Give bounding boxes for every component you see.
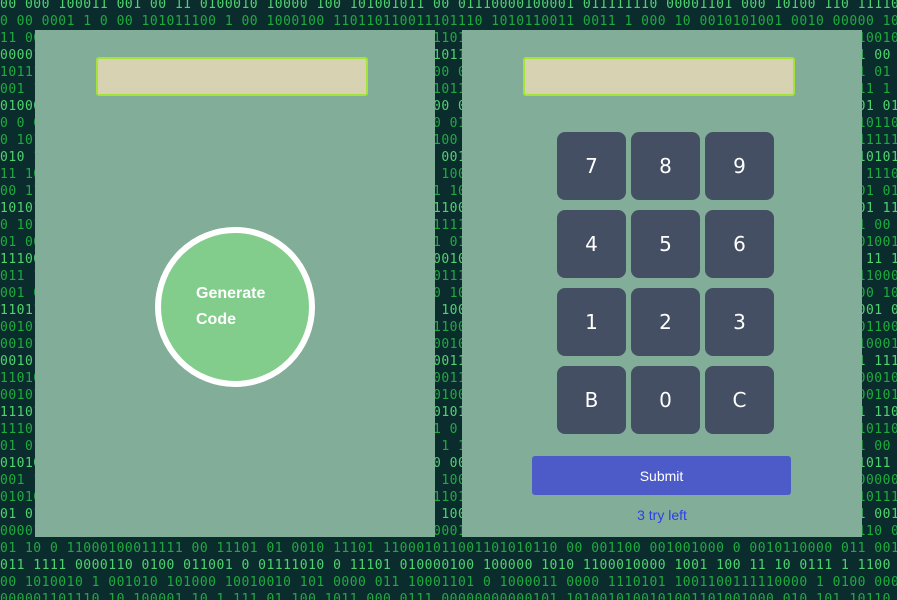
key-3[interactable]: 3 <box>705 288 774 356</box>
key-1[interactable]: 1 <box>557 288 626 356</box>
key-backspace[interactable]: B <box>557 366 626 434</box>
keypad: 7 8 9 4 5 6 1 2 3 B 0 C <box>557 132 774 434</box>
code-entry-panel: 7 8 9 4 5 6 1 2 3 B 0 C Submit 3 try lef… <box>462 30 862 537</box>
key-9[interactable]: 9 <box>705 132 774 200</box>
binary-line: 011 1111 0000110 0100 011001 0 01111010 … <box>0 558 897 573</box>
key-2[interactable]: 2 <box>631 288 700 356</box>
binary-line: 0 00 0001 1 0 00 101011100 1 00 1000100 … <box>0 14 897 29</box>
generate-code-button[interactable]: Generate Code <box>155 227 315 387</box>
binary-line: 00 000 100011 001 00 11 0100010 10000 10… <box>0 0 897 12</box>
submit-button[interactable]: Submit <box>532 456 791 495</box>
code-entry-input[interactable] <box>523 57 795 96</box>
code-generator-panel: Generate Code <box>35 30 435 537</box>
key-4[interactable]: 4 <box>557 210 626 278</box>
key-8[interactable]: 8 <box>631 132 700 200</box>
binary-line: 01 10 0 11000100011111 00 11101 01 0010 … <box>0 541 897 556</box>
key-6[interactable]: 6 <box>705 210 774 278</box>
generated-code-display <box>96 57 368 96</box>
binary-line: 00 1010010 1 001010 101000 10010010 101 … <box>0 575 897 590</box>
key-clear[interactable]: C <box>705 366 774 434</box>
key-5[interactable]: 5 <box>631 210 700 278</box>
generate-code-label: Generate Code <box>196 285 266 328</box>
tries-left-status: 3 try left <box>637 507 687 523</box>
binary-line: 000001101110 10 100001 10 1 111 01 100 1… <box>0 592 897 600</box>
key-7[interactable]: 7 <box>557 132 626 200</box>
key-0[interactable]: 0 <box>631 366 700 434</box>
